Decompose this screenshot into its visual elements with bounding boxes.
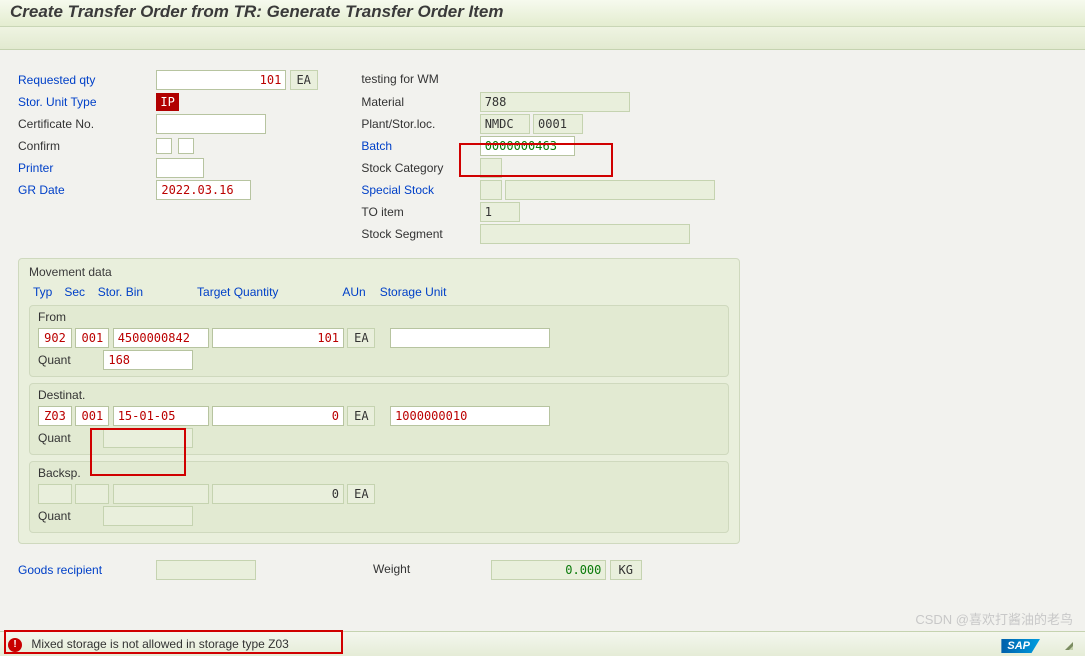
- to-item-input: 1: [480, 202, 520, 222]
- plant-label: Plant/Stor.loc.: [361, 113, 476, 135]
- page-title: Create Transfer Order from TR: Generate …: [0, 0, 1085, 27]
- from-title: From: [38, 310, 720, 324]
- requested-qty-label[interactable]: Requested qty: [18, 69, 153, 91]
- material-description: testing for WM: [361, 72, 438, 86]
- batch-input[interactable]: 0000000463: [480, 136, 575, 156]
- from-bin[interactable]: 4500000842: [113, 328, 209, 348]
- watermark: CSDN @喜欢打酱油的老鸟: [915, 609, 1073, 628]
- dest-title: Destinat.: [38, 388, 720, 402]
- movement-title: Movement data: [29, 265, 729, 279]
- back-sec: [75, 484, 109, 504]
- from-aun: EA: [347, 328, 375, 348]
- dest-typ[interactable]: Z03: [38, 406, 72, 426]
- material-input: 788: [480, 92, 630, 112]
- plant-input: NMDC: [480, 114, 530, 134]
- from-typ[interactable]: 902: [38, 328, 72, 348]
- goods-recipient-input: [156, 560, 256, 580]
- special-stock-label[interactable]: Special Stock: [361, 179, 476, 201]
- toolbar: [0, 27, 1085, 50]
- printer-input[interactable]: [156, 158, 204, 178]
- special-stock-input: [505, 180, 715, 200]
- status-bar: ! Mixed storage is not allowed in storag…: [0, 631, 1085, 656]
- certificate-no-input[interactable]: [156, 114, 266, 134]
- material-label: Material: [361, 91, 476, 113]
- back-qty: 0: [212, 484, 344, 504]
- dest-qty[interactable]: 0: [212, 406, 344, 426]
- stor-unit-type-value[interactable]: IP: [156, 93, 178, 111]
- gr-date-label[interactable]: GR Date: [18, 179, 153, 201]
- confirm-checkbox-1[interactable]: [156, 138, 172, 154]
- requested-qty-input[interactable]: 101: [156, 70, 286, 90]
- resize-grip-inner: [1069, 646, 1073, 650]
- hdr-aun: AUn: [342, 285, 376, 299]
- hdr-sec: Sec: [64, 285, 94, 299]
- dest-su[interactable]: 1000000010: [390, 406, 550, 426]
- goods-recipient-label[interactable]: Goods recipient: [18, 559, 153, 581]
- back-bin: [113, 484, 209, 504]
- from-qty[interactable]: 101: [212, 328, 344, 348]
- stor-unit-type-label[interactable]: Stor. Unit Type: [18, 91, 153, 113]
- stock-segment-label: Stock Segment: [361, 223, 476, 245]
- weight-value: 0.000: [491, 560, 606, 580]
- special-stock-code: [480, 180, 502, 200]
- from-su[interactable]: [390, 328, 550, 348]
- dest-subgroup: Destinat. Z03 001 15-01-05 0 EA 10000000…: [29, 383, 729, 455]
- hdr-bin: Stor. Bin: [98, 285, 194, 299]
- from-quant[interactable]: 168: [103, 350, 193, 370]
- hdr-typ: Typ: [33, 285, 61, 299]
- error-icon: !: [8, 638, 22, 652]
- back-aun: EA: [347, 484, 375, 504]
- hdr-target: Target Quantity: [197, 285, 339, 299]
- sloc-input: 0001: [533, 114, 583, 134]
- confirm-label: Confirm: [18, 135, 153, 157]
- gr-date-input[interactable]: 2022.03.16: [156, 180, 251, 200]
- hdr-su: Storage Unit: [380, 285, 447, 299]
- weight-label: Weight: [373, 558, 488, 580]
- back-typ: [38, 484, 72, 504]
- dest-aun: EA: [347, 406, 375, 426]
- from-subgroup: From 902 001 4500000842 101 EA Quant 168: [29, 305, 729, 377]
- certificate-no-label: Certificate No.: [18, 113, 153, 135]
- dest-bin[interactable]: 15-01-05: [113, 406, 209, 426]
- stock-cat-label: Stock Category: [361, 157, 476, 179]
- from-sec[interactable]: 001: [75, 328, 109, 348]
- dest-sec[interactable]: 001: [75, 406, 109, 426]
- movement-group: Movement data Typ Sec Stor. Bin Target Q…: [18, 258, 740, 544]
- printer-label[interactable]: Printer: [18, 157, 153, 179]
- requested-qty-unit: EA: [290, 70, 318, 90]
- stock-segment-input: [480, 224, 690, 244]
- to-item-label: TO item: [361, 201, 476, 223]
- back-quant-label: Quant: [38, 505, 100, 527]
- back-subgroup: Backsp. 0 EA Quant: [29, 461, 729, 533]
- dest-quant: [103, 428, 193, 448]
- stock-cat-input: [480, 158, 502, 178]
- weight-unit: KG: [610, 560, 642, 580]
- batch-label[interactable]: Batch: [361, 135, 476, 157]
- confirm-checkbox-2[interactable]: [178, 138, 194, 154]
- back-quant: [103, 506, 193, 526]
- from-quant-label: Quant: [38, 349, 100, 371]
- dest-quant-label: Quant: [38, 427, 100, 449]
- back-title: Backsp.: [38, 466, 720, 480]
- status-message: Mixed storage is not allowed in storage …: [31, 637, 288, 651]
